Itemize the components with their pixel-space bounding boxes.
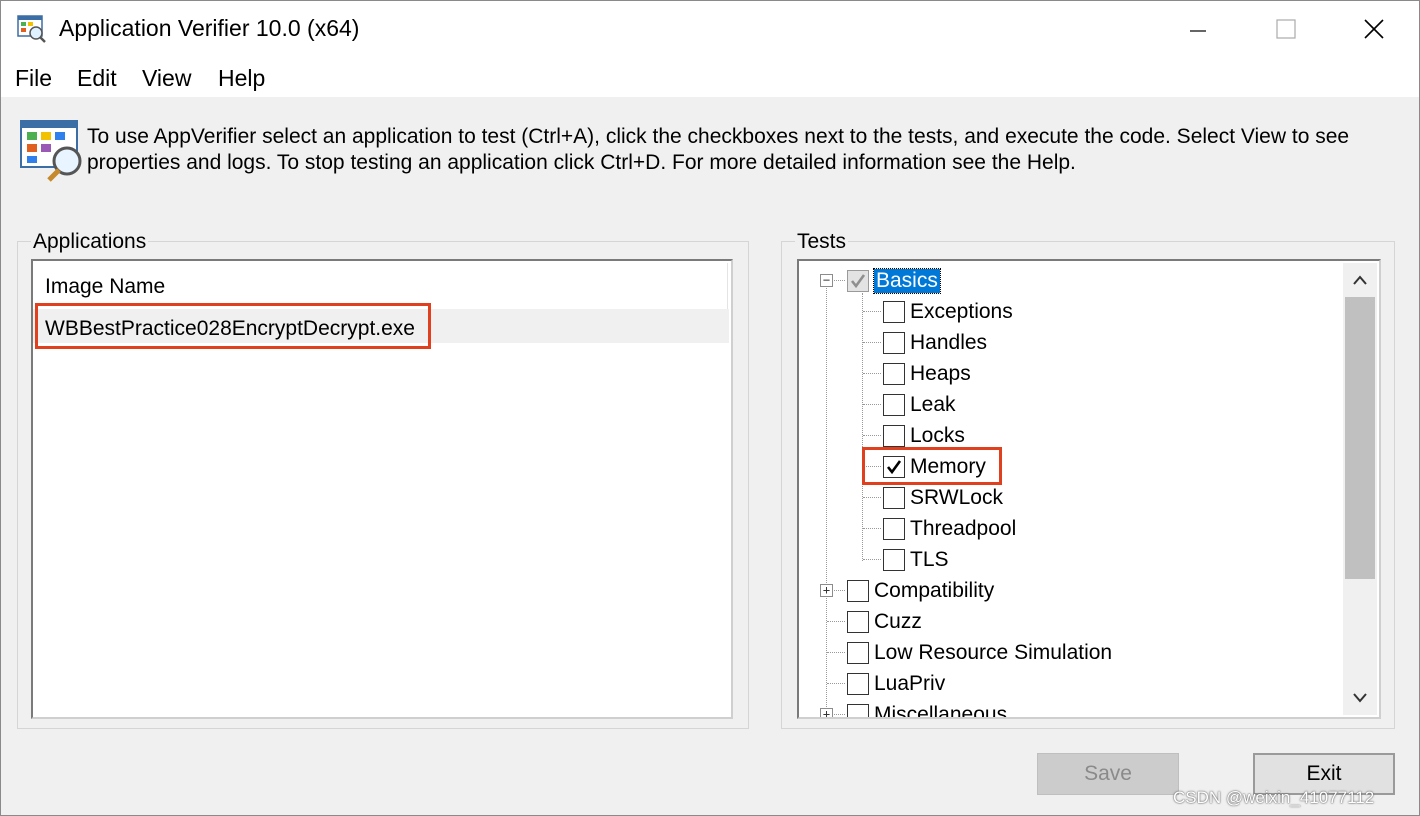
test-label[interactable]: Cuzz — [874, 610, 922, 634]
maximize-button[interactable] — [1263, 7, 1309, 51]
tree-item[interactable]: Basics — [847, 265, 941, 296]
title-bar: Application Verifier 10.0 (x64) — [1, 1, 1419, 57]
test-checkbox[interactable] — [883, 517, 905, 540]
app-verifier-icon — [17, 14, 47, 44]
tree-item[interactable]: LuaPriv — [847, 668, 945, 699]
chevron-up-icon — [1353, 275, 1367, 285]
tree-item[interactable]: Compatibility — [847, 575, 994, 606]
test-label[interactable]: Locks — [910, 424, 965, 448]
test-checkbox[interactable] — [847, 703, 869, 717]
test-label[interactable]: Leak — [910, 393, 956, 417]
tree-item[interactable]: SRWLock — [883, 482, 1003, 513]
application-highlight-box — [35, 303, 431, 349]
expand-icon[interactable]: + — [820, 584, 833, 597]
collapse-icon[interactable]: − — [820, 274, 833, 287]
expand-icon[interactable]: + — [820, 708, 833, 717]
test-checkbox[interactable] — [847, 269, 869, 292]
tree-connector — [863, 311, 881, 312]
test-checkbox[interactable] — [847, 610, 869, 633]
test-checkbox[interactable] — [883, 548, 905, 571]
test-checkbox[interactable] — [883, 331, 905, 354]
chevron-down-icon — [1353, 693, 1367, 703]
tests-group-label: Tests — [795, 230, 849, 254]
window-title: Application Verifier 10.0 (x64) — [59, 15, 360, 41]
image-name-column-header[interactable]: Image Name — [45, 275, 165, 299]
watermark: CSDN @weixin_41077112 — [1173, 788, 1375, 807]
test-label[interactable]: Compatibility — [874, 579, 994, 603]
tests-scrollbar[interactable] — [1343, 263, 1377, 715]
test-label[interactable]: Heaps — [910, 362, 971, 386]
tree-item[interactable]: Heaps — [883, 358, 971, 389]
test-checkbox[interactable] — [883, 424, 905, 447]
test-label[interactable]: Handles — [910, 331, 987, 355]
close-button[interactable] — [1351, 7, 1397, 51]
tree-item[interactable]: Exceptions — [883, 296, 1013, 327]
checkmark-icon — [850, 273, 866, 288]
menu-help[interactable]: Help — [218, 65, 265, 92]
verifier-info-icon — [19, 117, 87, 183]
test-label[interactable]: Exceptions — [910, 300, 1013, 324]
test-label[interactable]: LuaPriv — [874, 672, 945, 696]
test-label[interactable]: Low Resource Simulation — [874, 641, 1112, 665]
memory-highlight-box — [862, 447, 1002, 485]
minimize-button[interactable] — [1175, 7, 1221, 51]
minimize-icon — [1190, 30, 1206, 32]
applications-group-label: Applications — [31, 230, 149, 254]
instructions-line-1: To use AppVerifier select an application… — [87, 125, 1350, 148]
tree-connector — [863, 559, 881, 560]
test-checkbox[interactable] — [847, 579, 869, 602]
test-checkbox[interactable] — [883, 486, 905, 509]
menu-view[interactable]: View — [142, 65, 191, 92]
tree-item[interactable]: TLS — [883, 544, 949, 575]
instructions-line-2: properties and logs. To stop testing an … — [87, 151, 1076, 174]
tree-item[interactable]: Leak — [883, 389, 956, 420]
tree-connector — [826, 283, 827, 713]
test-label[interactable]: Threadpool — [910, 517, 1016, 541]
tree-item[interactable]: Handles — [883, 327, 987, 358]
scroll-down-button[interactable] — [1343, 681, 1377, 715]
maximize-icon — [1276, 19, 1296, 39]
test-label[interactable]: TLS — [910, 548, 949, 572]
tree-connector — [863, 342, 881, 343]
menu-edit[interactable]: Edit — [77, 65, 117, 92]
close-icon — [1364, 19, 1384, 39]
menu-file[interactable]: File — [15, 65, 52, 92]
tree-connector — [863, 497, 881, 498]
test-checkbox[interactable] — [883, 300, 905, 323]
test-label[interactable]: Basics — [873, 267, 941, 294]
test-checkbox[interactable] — [883, 362, 905, 385]
test-label[interactable]: SRWLock — [910, 486, 1003, 510]
tree-connector — [862, 293, 863, 561]
tree-item[interactable]: Cuzz — [847, 606, 922, 637]
tree-connector — [827, 652, 845, 653]
tree-connector — [863, 435, 881, 436]
tree-item[interactable]: Low Resource Simulation — [847, 637, 1112, 668]
scroll-up-button[interactable] — [1343, 263, 1377, 297]
scroll-thumb[interactable] — [1345, 297, 1375, 579]
tree-connector — [827, 621, 845, 622]
test-checkbox[interactable] — [847, 641, 869, 664]
tree-item[interactable]: Miscellaneous — [847, 699, 1007, 718]
column-divider — [727, 263, 728, 309]
app-window: Application Verifier 10.0 (x64) File Edi… — [0, 0, 1420, 816]
save-button[interactable]: Save — [1037, 753, 1179, 795]
test-checkbox[interactable] — [847, 672, 869, 695]
tree-connector — [863, 404, 881, 405]
instructions-text: To use AppVerifier select an application… — [87, 124, 1387, 176]
tests-tree[interactable]: − Basics Exceptions Handles Heaps Leak Locks Me… — [797, 259, 1381, 719]
test-label[interactable]: Miscellaneous — [874, 703, 1007, 718]
tree-connector — [863, 373, 881, 374]
tree-connector — [863, 528, 881, 529]
menu-bar: File Edit View Help — [1, 57, 1419, 97]
tree-item[interactable]: Threadpool — [883, 513, 1016, 544]
test-checkbox[interactable] — [883, 393, 905, 416]
tree-connector — [827, 683, 845, 684]
